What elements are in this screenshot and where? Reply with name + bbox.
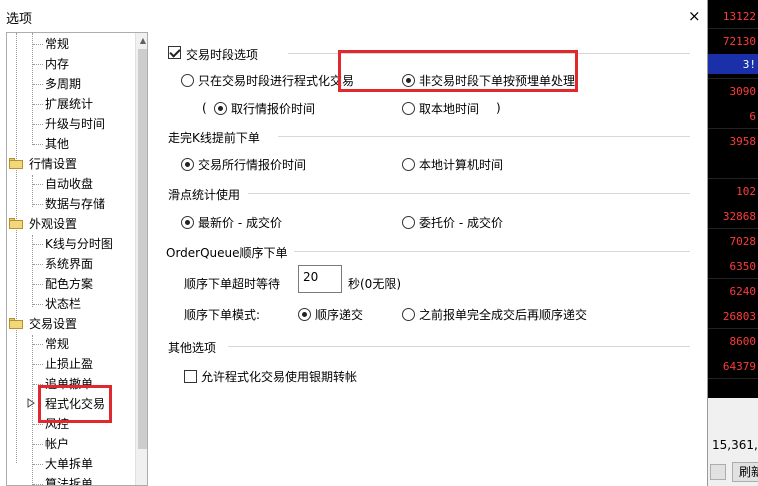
only-in-session-label: 只在交易时段进行程式化交易 [198, 74, 355, 88]
tree-item-account[interactable]: 帐户 [45, 434, 69, 454]
kline-early-title: 走完K线提前下单 [168, 131, 260, 145]
background-quote-panel: 13122 72130 3! 3090 6 3958 102 32868 702… [708, 0, 758, 486]
tree-scrollbar[interactable]: ▲ [135, 33, 147, 485]
quote-value: 7028 [729, 235, 757, 248]
highlight-box [38, 385, 112, 423]
dialog-title: 选项 [6, 12, 33, 27]
options-dialog: 选项 × 常规 内存 多周期 扩展统计 升级与时间 其他 行情设置 自动收盘 数… [0, 0, 708, 486]
quote-value: 3! [742, 58, 756, 71]
quote-time-label: 取行情报价时间 [231, 102, 316, 116]
quote-value: 6 [749, 110, 756, 123]
tree-item-stop-loss-profit[interactable]: 止损止盈 [45, 354, 93, 374]
radio-after-prev-filled[interactable] [402, 308, 415, 321]
local-time-label: 取本地时间 [419, 102, 480, 116]
local-computer-time-label: 本地计算机时间 [419, 158, 504, 172]
other-options-title: 其他选项 [168, 341, 217, 355]
folder-icon [9, 218, 23, 229]
timeout-label: 顺序下单超时等待 [184, 277, 281, 291]
quote-value: 13122 [722, 10, 756, 23]
tree-item-large-order-split[interactable]: 大单拆单 [45, 454, 93, 474]
tree-item-status-bar[interactable]: 状态栏 [45, 294, 81, 314]
bank-transfer-checkbox[interactable] [184, 370, 197, 383]
tree-item-algo-split[interactable]: 算法拆单 [45, 474, 93, 485]
highlight-box [338, 50, 578, 92]
quote-value: 26803 [722, 310, 756, 323]
quote-value: 72130 [722, 35, 756, 48]
quote-value: 32868 [722, 210, 756, 223]
timeout-unit-label: 秒(0无限) [348, 277, 401, 291]
small-button[interactable] [710, 464, 726, 480]
folder-icon [9, 158, 23, 169]
radio-only-in-session[interactable] [181, 74, 194, 87]
tree-group-trading[interactable]: 交易设置 [29, 314, 77, 334]
order-price-label: 委托价 - 成交价 [419, 216, 503, 230]
refresh-button[interactable]: 刷新 [732, 462, 758, 482]
account-summary-value: 15,361, [712, 438, 758, 452]
tree-item-auto-close[interactable]: 自动收盘 [45, 174, 93, 194]
radio-exchange-time[interactable] [181, 158, 194, 171]
quote-value: 64379 [722, 360, 756, 373]
tree-item-trading-general[interactable]: 常规 [45, 334, 69, 354]
scroll-up-icon[interactable]: ▲ [136, 33, 147, 49]
tree-item-memory[interactable]: 内存 [45, 54, 69, 74]
scrollbar-thumb[interactable] [138, 49, 147, 449]
sequential-label: 顺序递交 [315, 308, 364, 322]
quote-value: 6240 [729, 285, 757, 298]
timeout-input[interactable]: 20 [298, 265, 342, 293]
bank-transfer-label: 允许程式化交易使用银期转帐 [201, 370, 358, 384]
tree-item-upgrade-time[interactable]: 升级与时间 [45, 114, 105, 134]
radio-local-time[interactable] [402, 102, 415, 115]
radio-sequential[interactable] [298, 308, 311, 321]
tree-item-extended-stats[interactable]: 扩展统计 [45, 94, 93, 114]
radio-latest-price[interactable] [181, 216, 194, 229]
folder-icon [9, 318, 23, 329]
latest-price-label: 最新价 - 成交价 [198, 216, 282, 230]
exchange-time-label: 交易所行情报价时间 [198, 158, 307, 172]
arrow-right-icon [27, 398, 35, 408]
paren-close: ) [496, 101, 501, 115]
quote-value: 3090 [729, 85, 757, 98]
after-prev-filled-label: 之前报单完全成交后再顺序递交 [419, 308, 588, 322]
quote-value: 102 [736, 185, 756, 198]
tree-item-color-scheme[interactable]: 配色方案 [45, 274, 93, 294]
account-summary-panel: 15,361, 刷新 [708, 398, 758, 486]
tree-item-general[interactable]: 常规 [45, 34, 69, 54]
trading-period-checkbox[interactable] [168, 46, 181, 59]
trading-period-label: 交易时段选项 [186, 48, 259, 62]
tree-item-system-ui[interactable]: 系统界面 [45, 254, 93, 274]
quote-value: 6350 [729, 260, 757, 273]
tree-item-multi-period[interactable]: 多周期 [45, 74, 81, 94]
mode-label: 顺序下单模式: [184, 308, 261, 322]
tree-group-appearance[interactable]: 外观设置 [29, 214, 77, 234]
orderqueue-title: OrderQueue顺序下单 [166, 246, 288, 260]
radio-local-computer-time[interactable] [402, 158, 415, 171]
quote-value: 3958 [729, 135, 757, 148]
close-icon[interactable]: × [688, 8, 701, 24]
tree-item-data-storage[interactable]: 数据与存储 [45, 194, 105, 214]
radio-order-price[interactable] [402, 216, 415, 229]
tree-item-kline-timeshare[interactable]: K线与分时图 [45, 234, 113, 254]
paren-open: ( [202, 101, 207, 115]
radio-quote-time[interactable] [214, 102, 227, 115]
tree-group-quote-settings[interactable]: 行情设置 [29, 154, 77, 174]
slippage-title: 滑点统计使用 [168, 188, 241, 202]
quote-value: 8600 [729, 335, 757, 348]
tree-item-other[interactable]: 其他 [45, 134, 69, 154]
